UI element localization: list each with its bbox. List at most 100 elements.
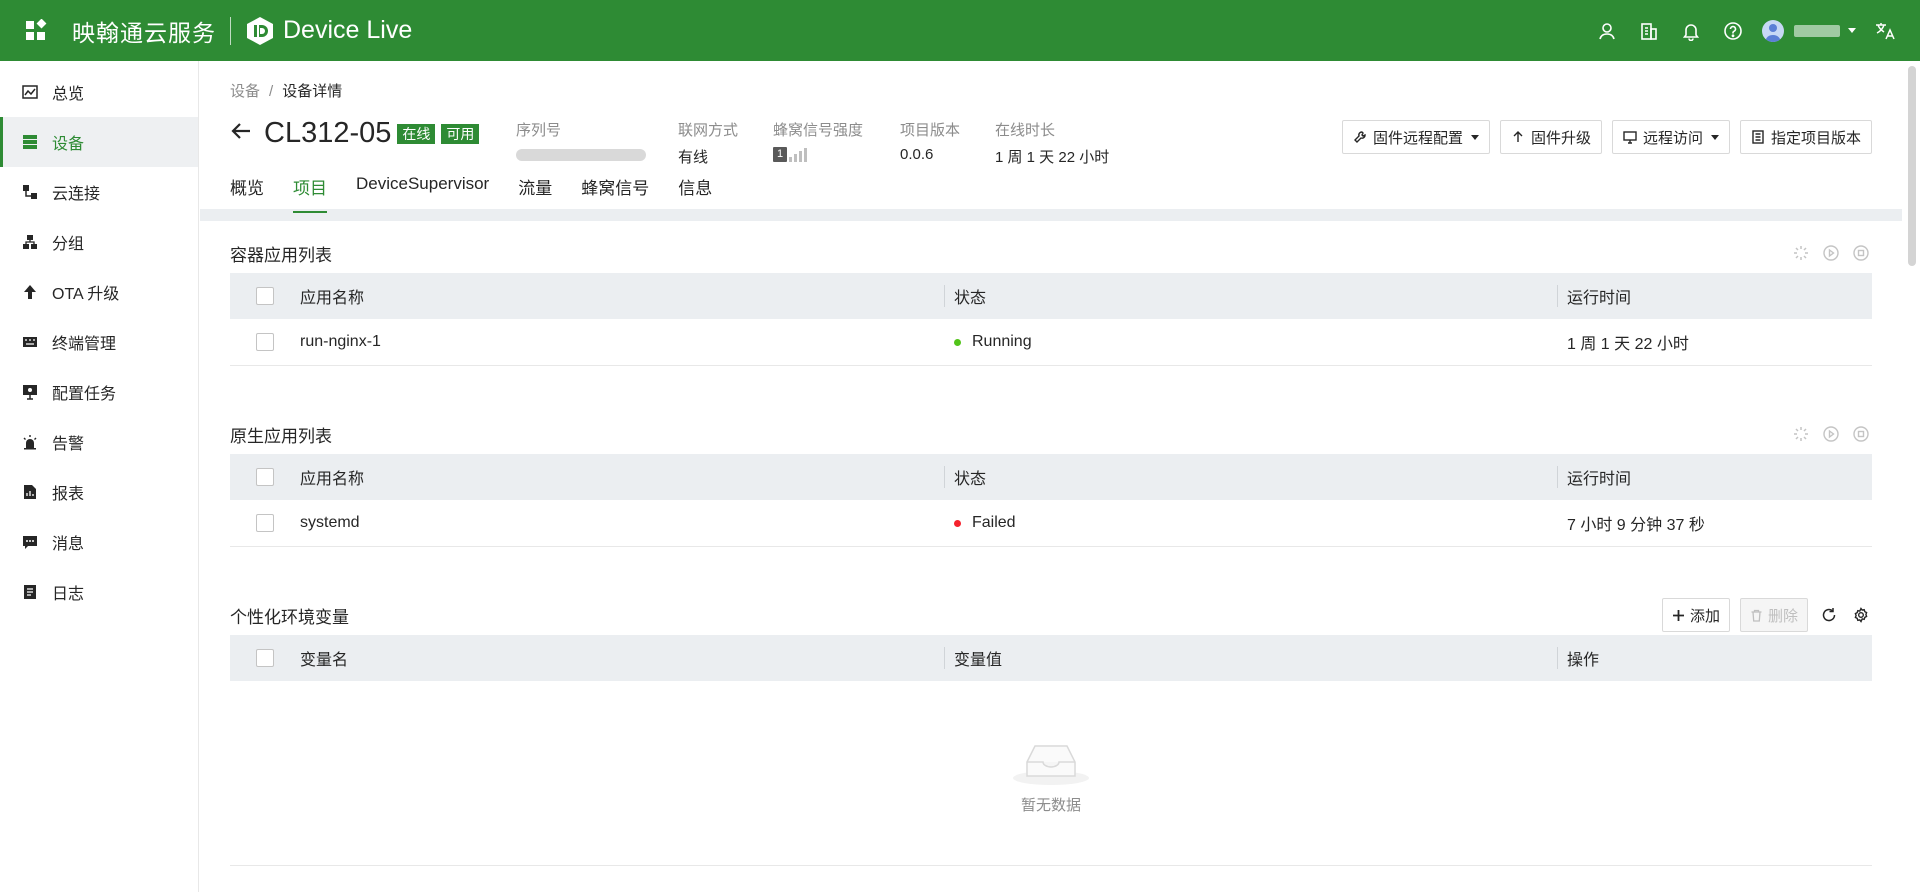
empty-text: 暂无数据 — [1020, 796, 1081, 814]
chevron-down-icon — [1470, 134, 1479, 140]
signal-value: 1 — [773, 147, 787, 162]
network-label: 联网方式 — [678, 122, 739, 139]
sidebar-item[interactable]: 分组 — [0, 217, 198, 267]
play-icon[interactable] — [1820, 423, 1842, 445]
sidebar-item[interactable]: 总览 — [0, 67, 198, 117]
chevron-down-icon — [1848, 28, 1856, 33]
section-title: 原生应用列表 — [230, 426, 332, 446]
help-icon[interactable] — [1712, 10, 1754, 52]
status-dot — [954, 519, 961, 527]
tab[interactable]: 流量 — [518, 174, 552, 213]
breadcrumb-current: 设备详情 — [282, 83, 343, 100]
product-name: Device Live — [283, 16, 413, 44]
avatar — [1762, 19, 1784, 42]
chevron-down-icon — [1710, 134, 1719, 140]
table-header: 应用名称 状态 运行时间 — [230, 454, 1872, 500]
table-row: systemd Failed 7 小时 9 分钟 37 秒 — [230, 500, 1872, 547]
sidebar-item[interactable]: 云连接 — [0, 167, 198, 217]
sidebar-item[interactable]: 配置任务 — [0, 367, 198, 417]
empty-inbox-icon — [1013, 744, 1089, 785]
delete-button[interactable]: 删除 — [1739, 598, 1808, 632]
sidebar-item[interactable]: 终端管理 — [0, 317, 198, 367]
add-button[interactable]: 添加 — [1661, 598, 1730, 632]
row-checkbox[interactable] — [256, 514, 274, 532]
user-group-icon[interactable] — [1586, 10, 1628, 52]
add-label: 添加 — [1689, 607, 1720, 625]
tab-bar: 概览 项目 DeviceSupervisor 流量 蜂窝信号 信息 — [230, 174, 712, 213]
username-redacted — [1794, 24, 1840, 37]
container-apps-section: 容器应用列表 应用名称 状态 运行时间 run-nginx-1 Running … — [230, 233, 1872, 366]
sidebar-item-label: 总览 — [52, 86, 85, 103]
keyboard-icon — [22, 334, 38, 350]
sidebar-item[interactable]: 日志 — [0, 567, 198, 617]
loading-spinner-icon[interactable] — [1790, 423, 1812, 445]
plus-icon — [1672, 609, 1684, 621]
breadcrumb-separator: / — [269, 83, 274, 100]
refresh-icon[interactable] — [1818, 604, 1840, 626]
stop-icon[interactable] — [1850, 423, 1872, 445]
assign-version-button[interactable]: 指定项目版本 — [1739, 120, 1872, 154]
tab[interactable]: 概览 — [230, 174, 264, 213]
version-label: 项目版本 — [900, 122, 961, 139]
device-live-logo-icon — [245, 16, 275, 46]
sidebar-item[interactable]: 设备 — [0, 117, 198, 167]
tab[interactable]: DeviceSupervisor — [356, 174, 489, 213]
app-uptime: 1 周 1 天 22 小时 — [1567, 336, 1689, 353]
loading-spinner-icon[interactable] — [1790, 242, 1812, 264]
remote-access-label: 远程访问 — [1642, 129, 1703, 147]
remote-access-button[interactable]: 远程访问 — [1611, 120, 1730, 154]
column-header: 操作 — [1557, 635, 1872, 681]
empty-state: 暂无数据 — [230, 681, 1872, 866]
row-checkbox[interactable] — [256, 333, 274, 351]
table-header: 变量名 变量值 操作 — [230, 635, 1872, 681]
app-name: run-nginx-1 — [300, 333, 381, 350]
tab[interactable]: 蜂窝信号 — [581, 174, 649, 213]
section-title: 容器应用列表 — [230, 245, 332, 265]
app-status: Failed — [972, 514, 1016, 531]
tab[interactable]: 项目 — [293, 174, 327, 213]
sidebar-item[interactable]: 告警 — [0, 417, 198, 467]
table-row: run-nginx-1 Running 1 周 1 天 22 小时 — [230, 319, 1872, 366]
wrench-icon — [1353, 131, 1366, 143]
column-header: 运行时间 — [1557, 454, 1872, 500]
sidebar-item[interactable]: 报表 — [0, 467, 198, 517]
firmware-upgrade-button[interactable]: 固件升级 — [1499, 120, 1602, 154]
main-content: 设备 / 设备详情 CL312-05 在线 可用 序列号 联网方式 有线 蜂窝信号强… — [200, 61, 1902, 892]
firmware-config-button[interactable]: 固件远程配置 — [1341, 120, 1490, 154]
sidebar-item-label: 日志 — [52, 586, 85, 603]
report-icon — [22, 484, 38, 500]
apps-grid-icon[interactable] — [22, 17, 50, 45]
sidebar-item[interactable]: OTA 升级 — [0, 267, 198, 317]
firmware-upgrade-label: 固件升级 — [1530, 129, 1591, 147]
tab[interactable]: 信息 — [678, 174, 712, 213]
sidebar-item-label: 消息 — [52, 536, 85, 553]
bell-icon[interactable] — [1670, 10, 1712, 52]
sidebar-item-label: 终端管理 — [52, 336, 117, 353]
translate-icon[interactable] — [1864, 10, 1906, 52]
select-all-checkbox[interactable] — [256, 468, 274, 486]
building-icon[interactable] — [1628, 10, 1670, 52]
column-header: 变量名 — [300, 652, 349, 669]
user-menu[interactable] — [1762, 19, 1856, 42]
serial-value-redacted — [516, 149, 646, 162]
breadcrumb-parent[interactable]: 设备 — [230, 83, 260, 100]
alarm-icon — [22, 434, 38, 450]
select-all-checkbox[interactable] — [256, 649, 274, 667]
delete-label: 删除 — [1767, 607, 1798, 625]
play-icon[interactable] — [1820, 242, 1842, 264]
scrollbar[interactable] — [1908, 66, 1916, 266]
select-all-checkbox[interactable] — [256, 287, 274, 305]
sidebar-item-label: OTA 升级 — [52, 286, 120, 303]
app-uptime: 7 小时 9 分钟 37 秒 — [1567, 517, 1705, 534]
native-apps-section: 原生应用列表 应用名称 状态 运行时间 systemd Failed 7 小时 … — [230, 414, 1872, 547]
sidebar-item[interactable]: 消息 — [0, 517, 198, 567]
settings-gear-icon[interactable] — [1850, 604, 1872, 626]
online-status-badge: 在线 — [397, 123, 436, 144]
column-header: 状态 — [944, 273, 1557, 319]
upgrade-arrow-icon — [1513, 131, 1523, 142]
stop-icon[interactable] — [1850, 242, 1872, 264]
cloud-connect-icon — [22, 184, 38, 200]
back-arrow-icon[interactable] — [230, 118, 252, 149]
divider — [230, 16, 231, 45]
log-icon — [22, 584, 38, 600]
